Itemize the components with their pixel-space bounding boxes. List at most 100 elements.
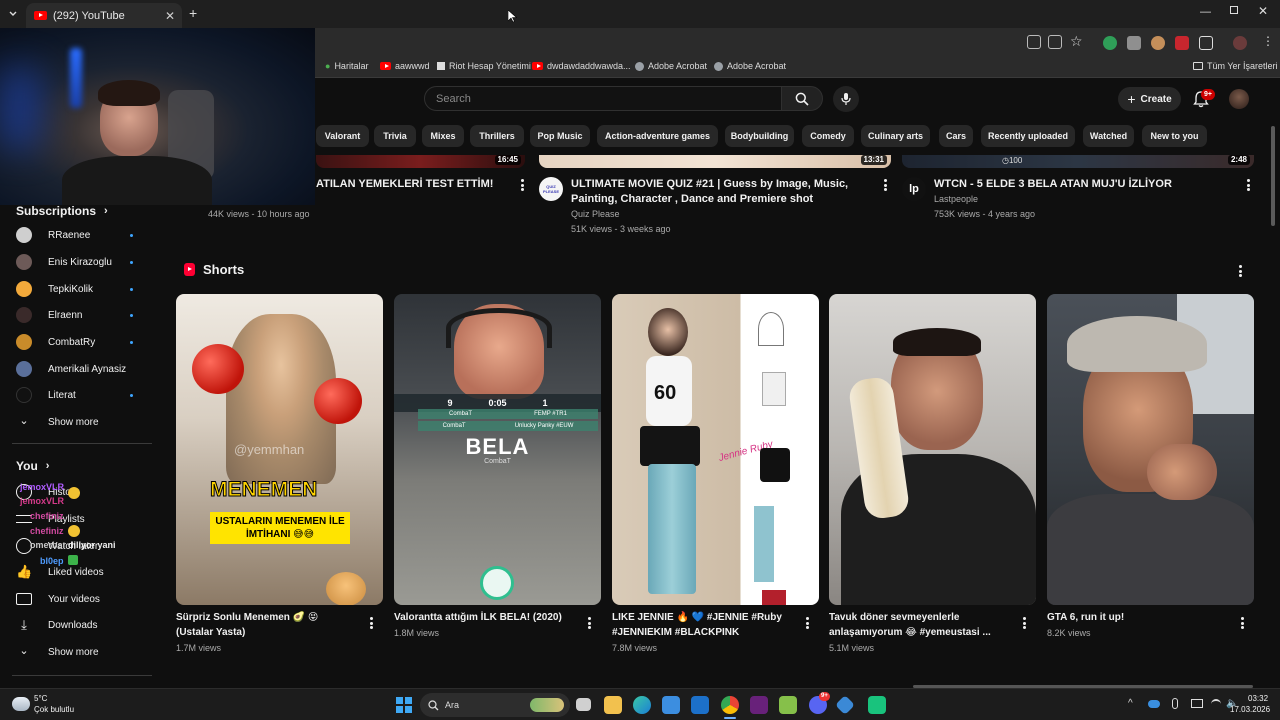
all-bookmarks[interactable]: Tüm Yer İşaretleri xyxy=(1193,61,1278,71)
video-more-icon[interactable] xyxy=(520,179,524,191)
windows-start-icon[interactable] xyxy=(396,697,412,713)
store-icon[interactable] xyxy=(662,696,680,714)
chip-culinary-arts[interactable]: Culinary arts xyxy=(861,125,930,147)
video-thumbnail[interactable]: 13:31 xyxy=(539,155,891,168)
chip-trivia[interactable]: Trivia xyxy=(374,125,416,147)
subscription-item[interactable]: RRaenee xyxy=(16,225,140,245)
subscription-item[interactable]: Elraenn xyxy=(16,305,140,325)
tab-close-icon[interactable]: ✕ xyxy=(165,9,175,23)
you-heading[interactable]: You › xyxy=(16,459,49,473)
taskbar-search[interactable]: Ara xyxy=(420,693,570,717)
bookmark-star-icon[interactable]: ☆ xyxy=(1070,33,1083,50)
short-more-icon[interactable] xyxy=(1240,617,1244,629)
show-more-subscriptions[interactable]: ⌄ Show more xyxy=(16,412,140,432)
short-more-icon[interactable] xyxy=(1022,617,1026,629)
subscription-item[interactable]: Enis Kirazoglu xyxy=(16,252,140,272)
chip-recently-uploaded[interactable]: Recently uploaded xyxy=(981,125,1075,147)
channel-avatar-quiz-please[interactable]: QUIZ PLEASE xyxy=(539,177,563,201)
chip-thrillers[interactable]: Thrillers xyxy=(470,125,524,147)
create-button[interactable]: + Create xyxy=(1118,87,1181,111)
tray-chevron-icon[interactable]: ^ xyxy=(1128,698,1133,709)
short-title[interactable]: LIKE JENNIE 🔥 💙 #JENNIE #Ruby #JENNIEKIM… xyxy=(612,610,792,640)
video-more-icon[interactable] xyxy=(883,179,887,191)
channel-avatar-lastpeople[interactable]: lp xyxy=(902,177,926,201)
chip-watched[interactable]: Watched xyxy=(1083,125,1134,147)
video-title[interactable]: ATILAN YEMEKLERİ TEST ETTİM! xyxy=(316,177,512,192)
short-thumbnail[interactable] xyxy=(829,294,1036,605)
tray-display-icon[interactable] xyxy=(1191,699,1203,708)
short-title[interactable]: GTA 6, run it up! xyxy=(1047,610,1227,625)
clock-time[interactable]: 03:32 xyxy=(1248,694,1268,703)
extensions-puzzle-icon[interactable] xyxy=(1199,36,1213,50)
weather-icon[interactable] xyxy=(12,697,30,711)
chip-pop-music[interactable]: Pop Music xyxy=(530,125,590,147)
subscription-item[interactable]: Literat xyxy=(16,385,140,405)
short-more-icon[interactable] xyxy=(805,617,809,629)
visual-studio-icon[interactable] xyxy=(750,696,768,714)
subscription-item[interactable]: Amerikali Aynasiz xyxy=(16,359,140,379)
chip-mixes[interactable]: Mixes xyxy=(422,125,464,147)
edge-icon[interactable] xyxy=(633,696,651,714)
chip-comedy[interactable]: Comedy xyxy=(802,125,854,147)
tray-mic-icon[interactable] xyxy=(1172,698,1178,709)
minimize-button[interactable]: — xyxy=(1200,6,1211,18)
sidebar-item-liked-videos[interactable]: 👍 Liked videos xyxy=(16,562,140,582)
short-title[interactable]: Tavuk döner sevmeyenlerle anlaşamıyorum … xyxy=(829,610,1009,640)
voice-search-button[interactable] xyxy=(833,86,859,112)
maximize-button[interactable] xyxy=(1230,6,1238,14)
subscription-item[interactable]: TepkiKolik xyxy=(16,279,140,299)
bookmark-riot[interactable]: Riot Hesap Yönetimi xyxy=(437,61,531,71)
tray-wifi-icon[interactable] xyxy=(1211,699,1221,709)
account-avatar[interactable] xyxy=(1229,89,1249,109)
channel-name[interactable]: Lastpeople xyxy=(934,192,978,206)
short-thumbnail[interactable] xyxy=(1047,294,1254,605)
bookmark-aawwwd[interactable]: aawwwd xyxy=(380,61,430,71)
tray-cloud-icon[interactable] xyxy=(1148,700,1160,708)
shorts-more-icon[interactable] xyxy=(1238,265,1242,277)
short-more-icon[interactable] xyxy=(587,617,591,629)
short-title[interactable]: Valorantta attığım İLK BELA! (2020) xyxy=(394,610,574,625)
install-icon[interactable] xyxy=(1048,35,1062,49)
tab-search-icon[interactable] xyxy=(8,8,18,18)
notepad-plus-icon[interactable] xyxy=(779,696,797,714)
channel-name[interactable]: Quiz Please xyxy=(571,207,620,221)
search-input[interactable] xyxy=(425,87,781,110)
short-thumbnail[interactable]: 60 Jennie Ruby xyxy=(612,294,819,605)
bookmark-haritalar[interactable]: ● Haritalar xyxy=(325,61,368,71)
short-thumbnail[interactable]: 9 0:05 1 CombaT FEMP #TR1 CombaT Unlucky P… xyxy=(394,294,601,605)
extension-green-icon[interactable] xyxy=(1103,36,1117,50)
close-window-button[interactable]: ✕ xyxy=(1258,4,1268,18)
show-more-you[interactable]: ⌄ Show more xyxy=(16,642,140,662)
outlook-icon[interactable] xyxy=(691,696,709,714)
search-button[interactable] xyxy=(781,86,823,111)
extension-grey-icon[interactable] xyxy=(1127,36,1141,50)
video-title[interactable]: ULTIMATE MOVIE QUIZ #21 | Guess by Image… xyxy=(571,177,876,207)
page-scrollbar[interactable] xyxy=(1271,126,1275,226)
short-more-icon[interactable] xyxy=(369,617,373,629)
translate-icon[interactable] xyxy=(1027,35,1041,49)
bookmark-adobe-2[interactable]: Adobe Acrobat xyxy=(714,61,786,71)
video-title[interactable]: WTCN - 5 ELDE 3 BELA ATAN MUJ'U İZLİYOR xyxy=(934,177,1234,192)
clock-date[interactable]: 17.03.2026 xyxy=(1230,705,1270,714)
file-explorer-icon[interactable] xyxy=(604,696,622,714)
tab-youtube[interactable]: (292) YouTube ✕ xyxy=(26,3,182,28)
bookmark-adobe-1[interactable]: Adobe Acrobat xyxy=(635,61,707,71)
sidebar-item-your-videos[interactable]: Your videos xyxy=(16,589,140,609)
sidebar-item-downloads[interactable]: ⤓ Downloads xyxy=(16,615,140,635)
subscription-item[interactable]: CombatRy xyxy=(16,332,140,352)
new-tab-button[interactable]: + xyxy=(189,5,197,21)
browser-menu-icon[interactable]: ⋮ xyxy=(1262,34,1274,48)
short-thumbnail[interactable]: @yemmhan MENEMEN USTALARIN MENEMEN İLE İ… xyxy=(176,294,383,605)
extension-red-icon[interactable] xyxy=(1175,36,1189,50)
video-thumbnail[interactable]: 2:48 ◷100 xyxy=(902,155,1254,168)
app-icon[interactable] xyxy=(835,695,855,715)
chip-valorant[interactable]: Valorant xyxy=(316,125,369,147)
video-more-icon[interactable] xyxy=(1246,179,1250,191)
app-green-icon[interactable] xyxy=(868,696,886,714)
chip-action-adventure[interactable]: Action-adventure games xyxy=(597,125,718,147)
chrome-icon[interactable] xyxy=(721,696,739,714)
task-view-icon[interactable] xyxy=(576,698,591,711)
chip-bodybuilding[interactable]: Bodybuilding xyxy=(725,125,794,147)
profile-icon[interactable] xyxy=(1233,36,1247,50)
chip-new-to-you[interactable]: New to you xyxy=(1142,125,1207,147)
